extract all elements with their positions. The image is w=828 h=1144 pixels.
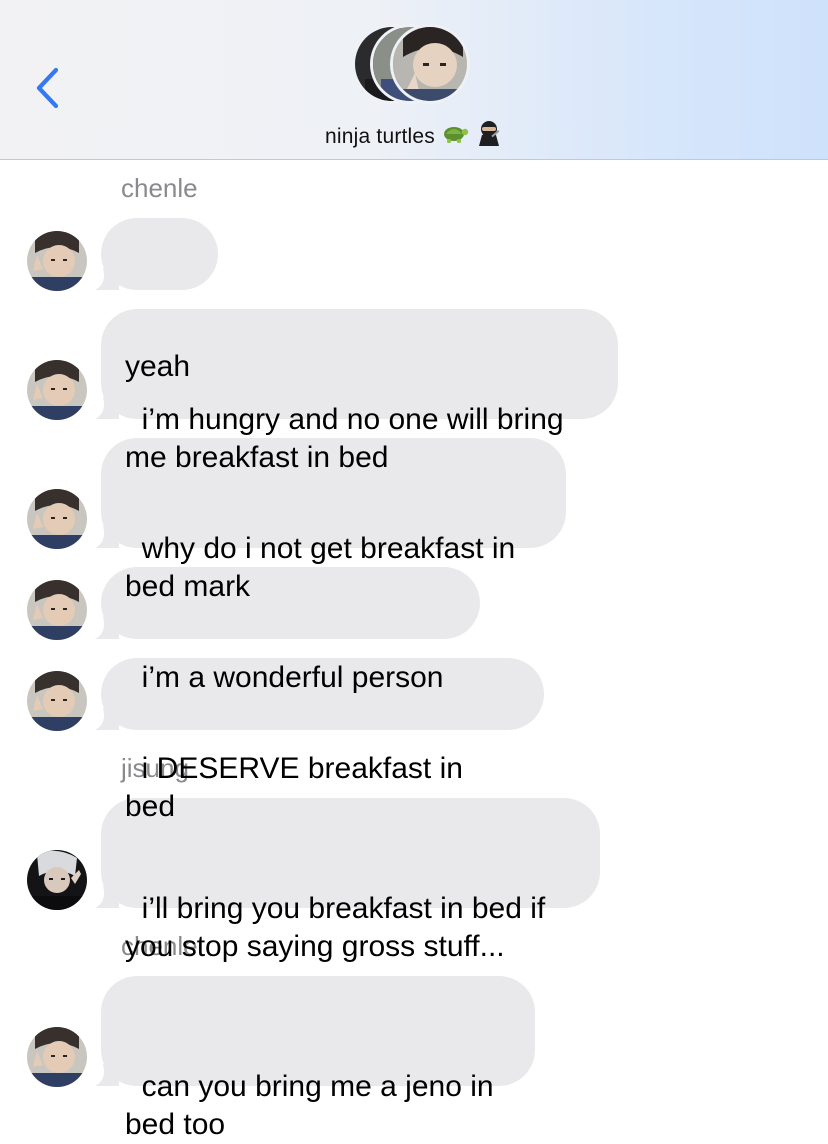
bubble-tail [95, 1064, 119, 1086]
bubble-tail [95, 886, 119, 908]
group-avatar-stack[interactable] [352, 24, 478, 110]
member-avatar [390, 24, 470, 104]
back-button[interactable] [30, 62, 70, 114]
group-title[interactable]: ninja turtles [0, 120, 828, 152]
sender-avatar[interactable] [27, 231, 87, 291]
bubble-tail [95, 526, 119, 548]
ninja-emoji-icon [475, 120, 503, 152]
message-text: yeah [125, 350, 191, 383]
bubble-tail [95, 708, 119, 730]
message-bubble[interactable]: yeah [95, 218, 218, 383]
bubble-tail [95, 268, 119, 290]
message-text: i’m a wonderful person [141, 661, 444, 694]
sender-avatar[interactable] [27, 671, 87, 731]
bubble-tail [95, 397, 119, 419]
sender-label: chenle [121, 173, 198, 203]
sender-avatar[interactable] [27, 1027, 87, 1087]
message-text: can you bring me a jeno in bed too [125, 1070, 502, 1141]
message-bubble[interactable]: i’ll bring you breakfast in bed if you s… [95, 798, 600, 963]
chevron-left-icon [36, 67, 59, 109]
sender-avatar[interactable] [27, 850, 87, 910]
turtle-emoji-icon [441, 120, 469, 152]
sender-avatar[interactable] [27, 489, 87, 549]
sender-avatar[interactable] [27, 580, 87, 640]
conversation-header: ninja turtles [0, 0, 828, 160]
sender-avatar[interactable] [27, 360, 87, 420]
message-bubble[interactable]: can you bring me a jeno in bed too [95, 976, 535, 1141]
message-text: i’ll bring you breakfast in bed if you s… [125, 892, 554, 963]
group-name: ninja turtles [325, 125, 435, 148]
bubble-tail [95, 617, 119, 639]
